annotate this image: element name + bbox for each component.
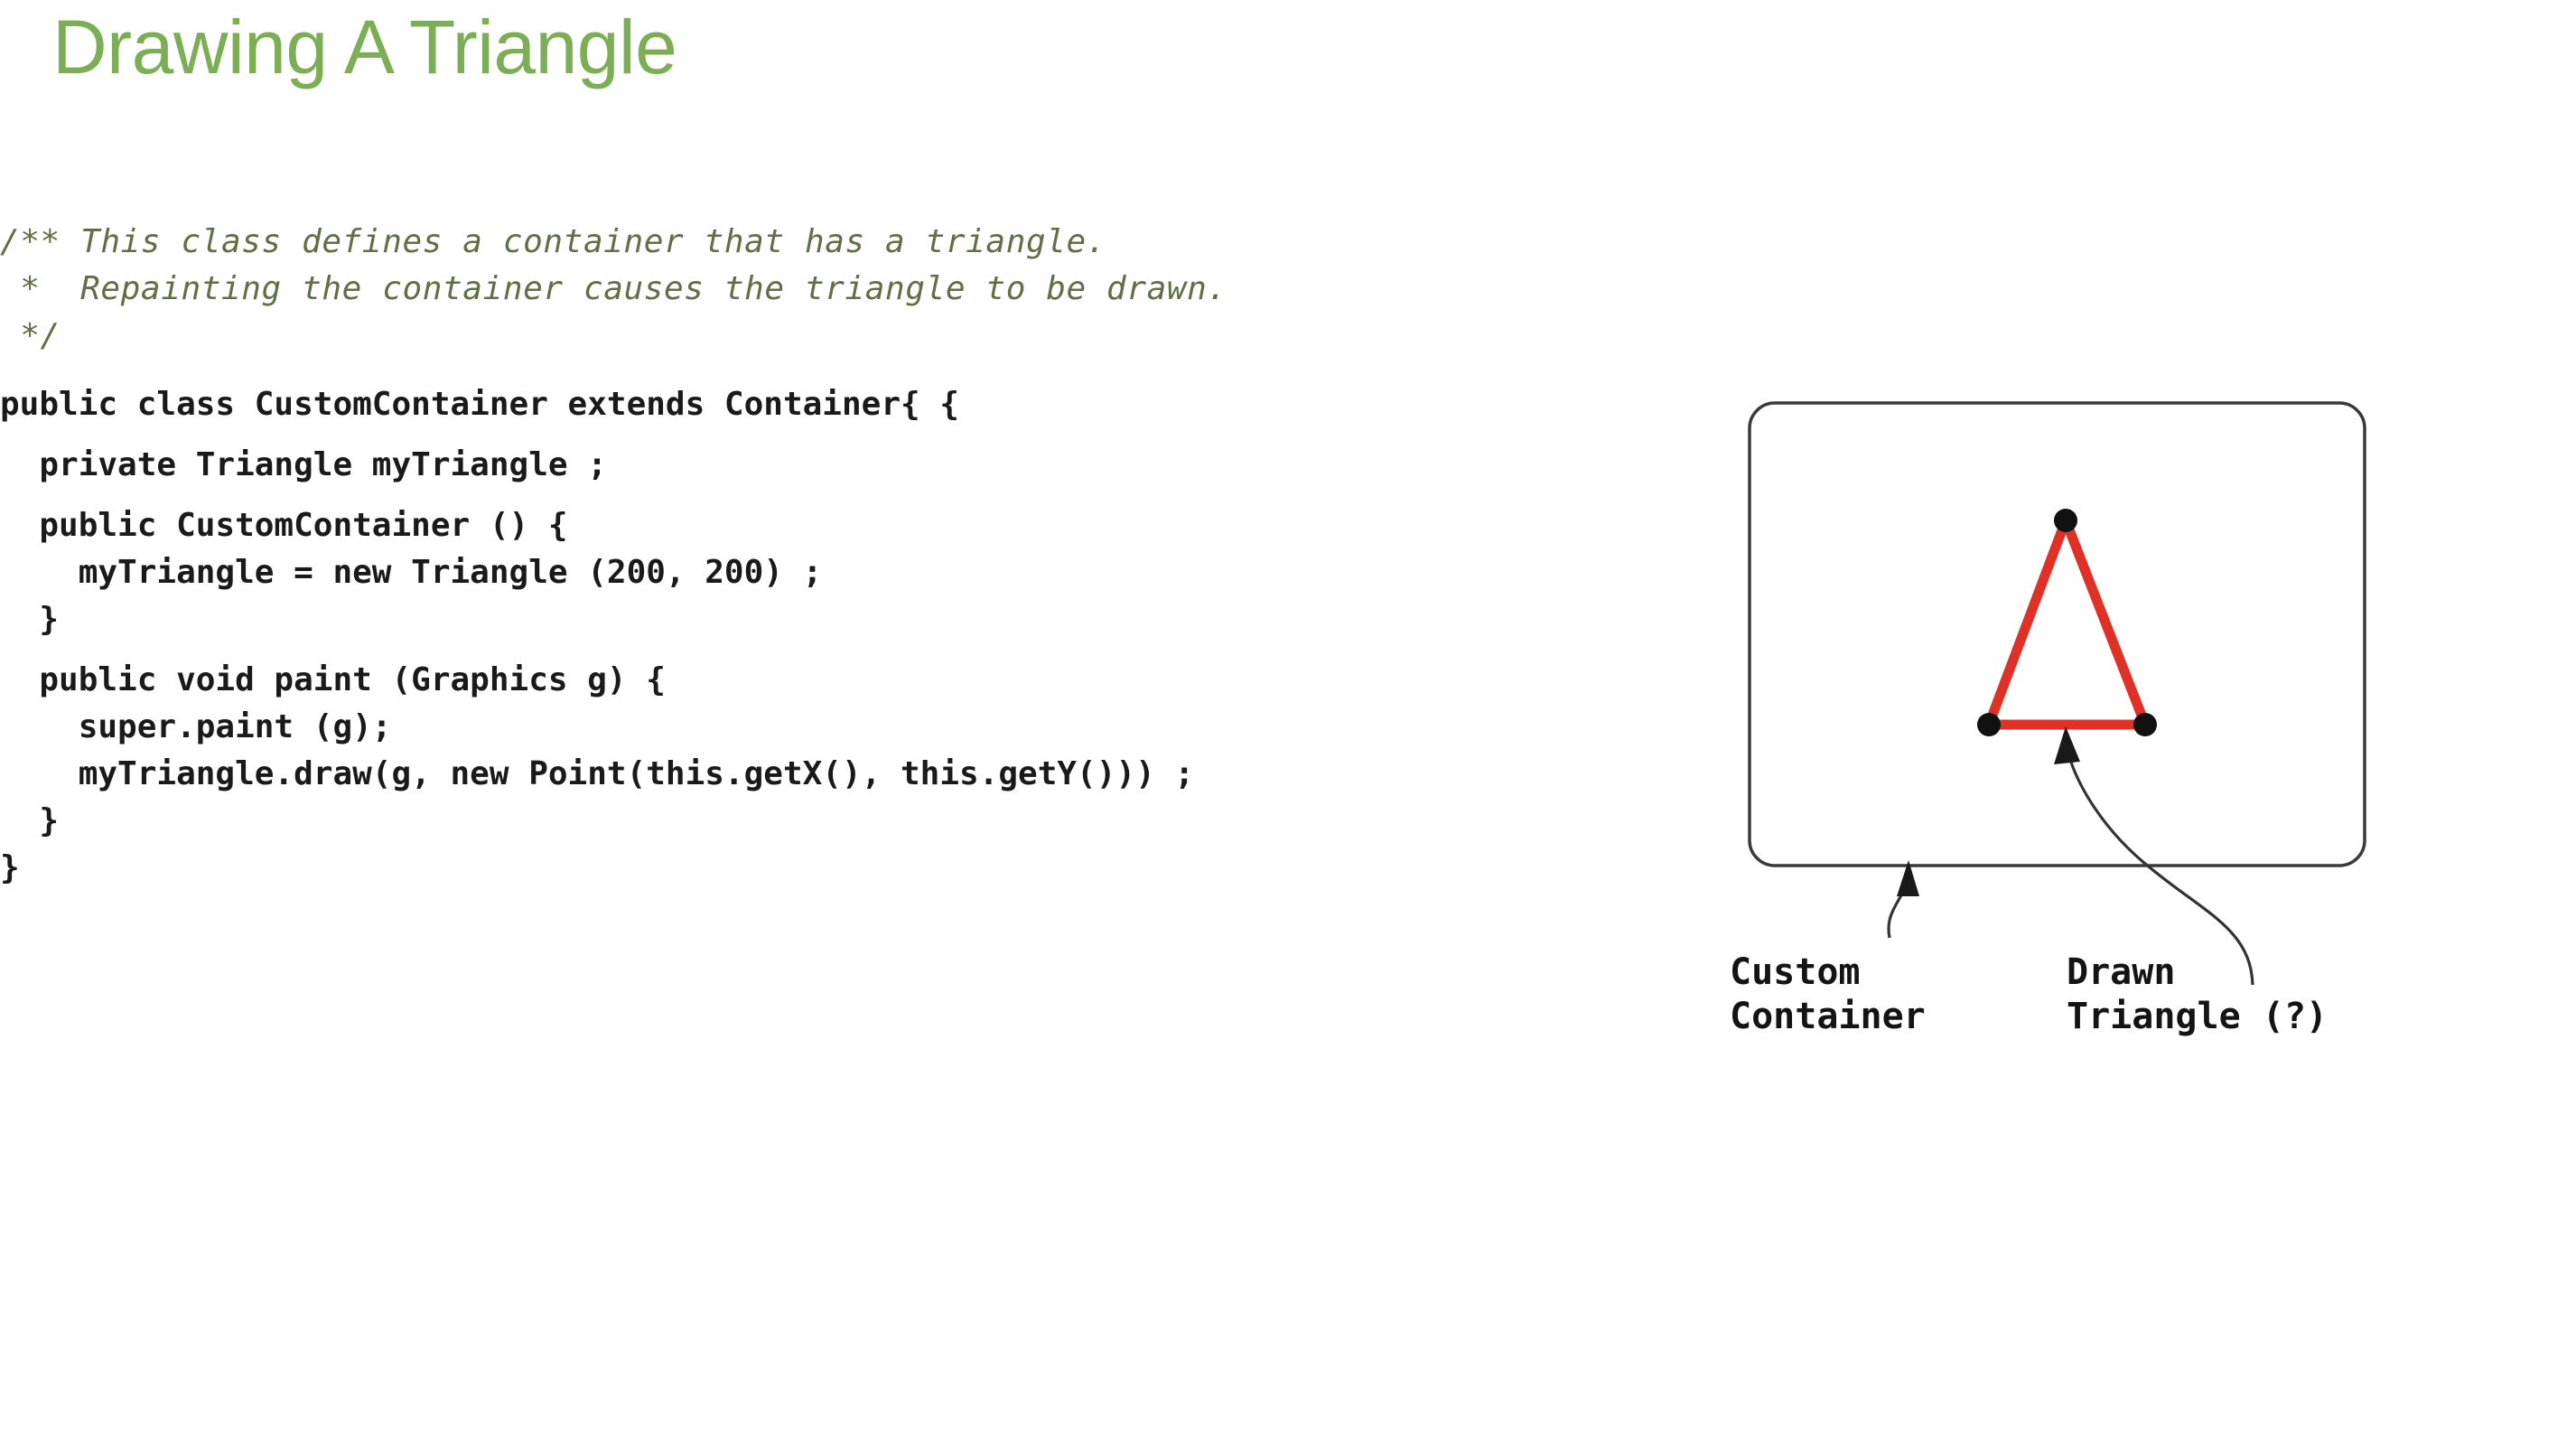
triangle-vertex-bottom-left — [1977, 713, 2001, 736]
code-line-ctor-decl: public CustomContainer () { — [0, 507, 568, 544]
code-line-paint-decl: public void paint (Graphics g) { — [0, 661, 666, 698]
code-line-paint-close: } — [0, 802, 60, 839]
custom-container-label: Custom Container — [1730, 951, 1926, 1037]
code-line-class-close: } — [0, 849, 20, 886]
code-line-field-decl: private Triangle myTriangle ; — [0, 446, 607, 483]
triangle-diagram — [1698, 361, 2439, 1030]
drawn-triangle-label: Drawn Triangle (?) — [2067, 951, 2328, 1037]
code-line-class-decl: public class CustomContainer extends Con… — [0, 386, 960, 423]
code-line-comment-body: * Repainting the container causes the tr… — [0, 270, 1227, 307]
code-line-comment-open: /** This class defines a container that … — [0, 223, 1107, 260]
code-line-comment-close: */ — [0, 317, 61, 354]
triangle-vertex-apex — [2054, 509, 2077, 532]
custom-container-box — [1748, 401, 2366, 867]
code-line-ctor-close: } — [0, 601, 60, 638]
code-line-triangle-draw: myTriangle.draw(g, new Point(this.getX()… — [0, 755, 1195, 792]
code-line-super-paint: super.paint (g); — [0, 708, 392, 745]
page-title: Drawing A Triangle — [52, 5, 677, 89]
triangle-vertex-bottom-right — [2133, 713, 2157, 736]
code-block: /** This class defines a container that … — [0, 226, 1626, 899]
code-line-ctor-body: myTriangle = new Triangle (200, 200) ; — [0, 554, 823, 591]
